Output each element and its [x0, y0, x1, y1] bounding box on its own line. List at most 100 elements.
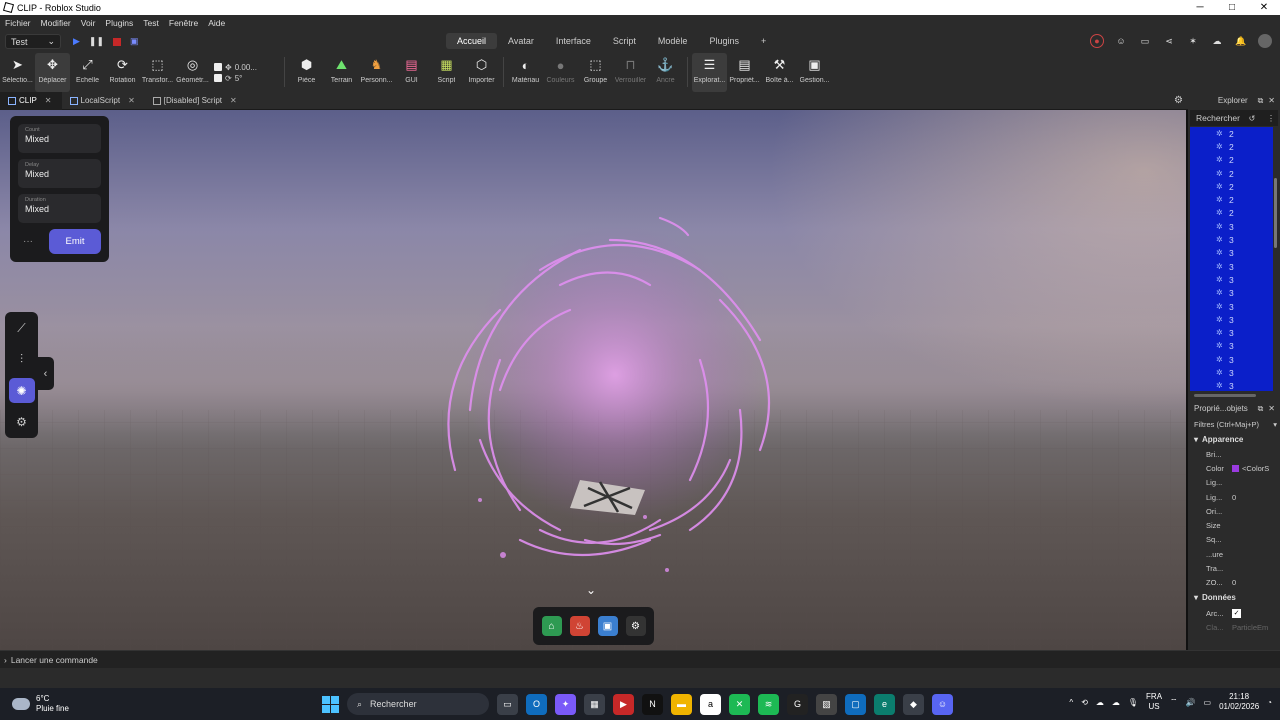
tree-item[interactable]: ✲ 2: [1190, 140, 1273, 153]
volume-icon[interactable]: 🔊: [1186, 698, 1196, 707]
fire-icon[interactable]: ♨: [569, 616, 590, 636]
color-swatch[interactable]: [1232, 464, 1239, 472]
onedrive-icon[interactable]: ☁: [1096, 698, 1104, 707]
clock[interactable]: 21:18 01/02/2026: [1219, 692, 1259, 712]
stop-icon[interactable]: [113, 37, 122, 46]
particle-tool-icon[interactable]: ✺: [8, 378, 35, 403]
tree-item[interactable]: ✲ 3: [1190, 326, 1273, 339]
popout-icon[interactable]: ⧉: [1258, 404, 1264, 414]
tree-item[interactable]: ✲ 3: [1190, 247, 1273, 260]
taskbar-search[interactable]: ⌕ Rechercher: [347, 693, 489, 715]
tab-avatar[interactable]: Avatar: [497, 33, 545, 49]
section-data[interactable]: ▾ Données: [1188, 590, 1280, 606]
character-tool[interactable]: ♞ Personn...: [359, 53, 394, 92]
command-bar[interactable]: › Lancer une commande: [0, 650, 1280, 668]
more-icon[interactable]: ⋮: [1267, 114, 1275, 123]
outlook-icon[interactable]: O: [526, 693, 547, 715]
property-row[interactable]: Sq...: [1188, 533, 1280, 547]
pause-icon[interactable]: ❚❚: [89, 36, 104, 47]
minimize-button[interactable]: ─: [1184, 2, 1216, 13]
property-row[interactable]: ...ure: [1188, 547, 1280, 561]
cloud-icon[interactable]: ☁: [1112, 698, 1120, 707]
folder-icon[interactable]: ▬: [671, 693, 692, 715]
play-icon[interactable]: ▶: [73, 36, 80, 47]
tree-item[interactable]: ✲ 3: [1190, 273, 1273, 286]
notification-icon[interactable]: 🔔: [1234, 34, 1248, 48]
sliders-icon[interactable]: ⫶: [9, 347, 35, 372]
material-tool[interactable]: ◐ Matériau: [508, 53, 543, 92]
avatar[interactable]: [1258, 34, 1272, 48]
popout-icon[interactable]: ⧉: [1258, 96, 1264, 106]
task-view-icon[interactable]: ▭: [497, 693, 518, 715]
mode-select[interactable]: Test ⌄: [5, 34, 61, 49]
count-field[interactable]: Count Mixed: [18, 124, 101, 153]
explorer-tool[interactable]: ☰ Explorat...: [692, 53, 727, 92]
record-icon[interactable]: ●: [1090, 34, 1104, 48]
youtube-icon[interactable]: ▶: [613, 693, 634, 715]
tree-item[interactable]: ✲ 3: [1190, 260, 1273, 273]
terrain-tool[interactable]: ⛰ Terrain: [324, 53, 359, 92]
property-row[interactable]: Color <ColorS: [1188, 461, 1280, 475]
history-icon[interactable]: ↺: [1249, 114, 1256, 123]
geometry-tool[interactable]: ◎ Géométr...: [175, 53, 210, 92]
photos-icon[interactable]: ▧: [816, 693, 837, 715]
tree-item[interactable]: ✲ 3: [1190, 287, 1273, 300]
windows-start-icon[interactable]: [322, 695, 339, 713]
property-row[interactable]: Arc... ✓: [1188, 606, 1280, 620]
gear-icon[interactable]: ⚙: [1174, 95, 1183, 106]
menu-view[interactable]: Voir: [76, 18, 101, 28]
explorer-search-input[interactable]: Rechercher: [1196, 113, 1240, 123]
close-icon[interactable]: ✕: [128, 96, 135, 105]
cloud-icon[interactable]: ☁: [1210, 34, 1224, 48]
tree-item[interactable]: ✲ 3: [1190, 353, 1273, 366]
chevron-down-icon[interactable]: ⌄: [586, 583, 596, 597]
close-window-button[interactable]: ✕: [1248, 2, 1280, 13]
property-row[interactable]: Tra...: [1188, 561, 1280, 575]
tree-item[interactable]: ✲ 3: [1190, 220, 1273, 233]
close-icon[interactable]: ✕: [45, 96, 52, 105]
notification-center-icon[interactable]: ◔: [1267, 698, 1272, 707]
menu-file[interactable]: Fichier: [0, 18, 36, 28]
move-tool[interactable]: ✥ Déplacer: [35, 53, 70, 92]
property-row[interactable]: Cla... ParticleEm: [1188, 620, 1280, 634]
menu-window[interactable]: Fenêtre: [164, 18, 203, 28]
edge-icon[interactable]: e: [874, 693, 895, 715]
emit-button[interactable]: Emit: [49, 229, 101, 254]
chat-icon[interactable]: ▭: [1138, 34, 1152, 48]
spotify-icon[interactable]: ≋: [758, 693, 779, 715]
close-icon[interactable]: ✕: [1268, 96, 1275, 105]
netflix-icon[interactable]: N: [642, 693, 663, 715]
more-options-icon[interactable]: ···: [18, 236, 33, 247]
xbox-icon[interactable]: ✕: [729, 693, 750, 715]
part-tool[interactable]: ⬢ Pièce: [289, 53, 324, 92]
rotate-snap[interactable]: ⟳ 5°: [214, 74, 280, 83]
amazon-icon[interactable]: a: [700, 693, 721, 715]
doc-tab-disabled-script[interactable]: [Disabled] Script ✕: [145, 92, 247, 110]
tab-plugins[interactable]: Plugins: [698, 33, 750, 49]
copilot-icon[interactable]: ✦: [555, 693, 576, 715]
archivable-checkbox[interactable]: ✓: [1232, 608, 1241, 618]
anchor-tool[interactable]: ⚓ Ancre: [648, 53, 683, 92]
curve-tool-icon[interactable]: ⟋: [9, 316, 35, 341]
discord-icon[interactable]: ☺: [932, 693, 953, 715]
explorer-tree[interactable]: ✲ 2 ✲ 2 ✲ 2 ✲ 2 ✲ 2 ✲ 2 ✲ 2 ✲ 3 ✲ 3 ✲ 3 ✲ 3 ✲ 3 ✲ 3 ✲…: [1190, 127, 1273, 391]
section-appearance[interactable]: ▾ Apparence: [1188, 431, 1280, 447]
tab-home[interactable]: Accueil: [446, 33, 498, 49]
chevron-up-icon[interactable]: ^: [1069, 698, 1073, 707]
explorer-hscrollbar[interactable]: [1194, 394, 1256, 397]
chevron-down-icon[interactable]: ▾: [1273, 420, 1277, 429]
tree-item[interactable]: ✲ 3: [1190, 313, 1273, 326]
duration-field[interactable]: Duration Mixed: [18, 194, 101, 223]
menu-plugins[interactable]: Plugins: [100, 18, 138, 28]
delay-field[interactable]: Delay Mixed: [18, 159, 101, 188]
tree-item[interactable]: ✲ 3: [1190, 233, 1273, 246]
weather-widget[interactable]: 6°C Pluie fine: [12, 694, 212, 714]
tree-item[interactable]: ✲ 2: [1190, 154, 1273, 167]
team-icon[interactable]: ☺: [1114, 34, 1128, 48]
gear-icon[interactable]: ⚙: [625, 616, 646, 636]
asset-manager-tool[interactable]: ▣ Gestion...: [797, 53, 832, 92]
maximize-button[interactable]: □: [1216, 2, 1248, 13]
settings-icon[interactable]: ⚙: [9, 409, 35, 434]
property-row[interactable]: Ori...: [1188, 504, 1280, 518]
transform-tool[interactable]: ⬚ Transfor...: [140, 53, 175, 92]
